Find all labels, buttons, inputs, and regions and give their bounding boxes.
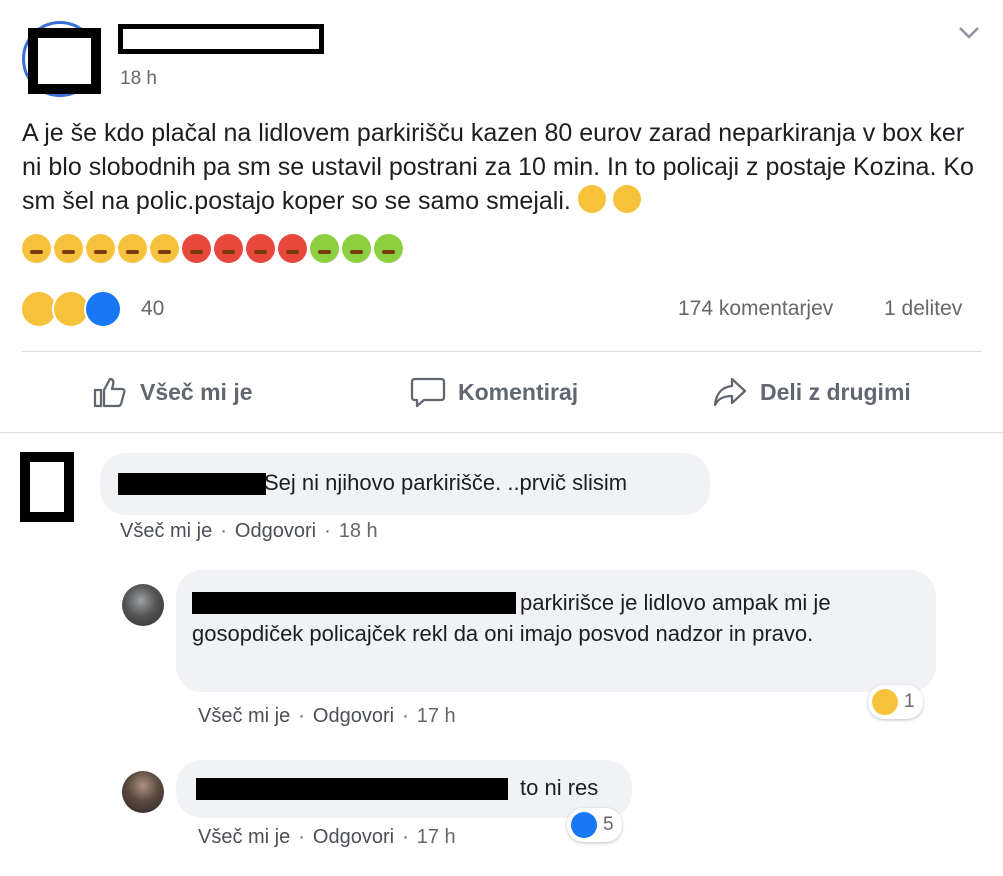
emoji-row	[22, 234, 403, 268]
comment-reply-link[interactable]: Odgovori	[235, 520, 316, 543]
divider	[22, 351, 982, 352]
wow-reaction-icon	[872, 689, 898, 715]
reply-like-link[interactable]: Všeč mi je	[198, 826, 290, 849]
emoji-steam-icon	[54, 234, 83, 263]
reply-like-link[interactable]: Všeč mi je	[198, 705, 290, 728]
post-text: A je še kdo plačal na lidlovem parkirišč…	[22, 116, 982, 218]
comment-text: Sej ni njihovo parkirišče. ..prvič slisi…	[264, 470, 628, 495]
reply-time[interactable]: 17 h	[417, 826, 456, 849]
emoji-angry-icon	[150, 234, 179, 263]
emoji-vomiting-icon	[374, 234, 403, 263]
separator: ·	[298, 705, 305, 727]
reply-reply-link[interactable]: Odgovori	[313, 705, 394, 728]
emoji-drooling-icon	[22, 234, 51, 263]
separator: ·	[402, 826, 409, 848]
comment-time[interactable]: 18 h	[339, 520, 378, 543]
separator: ·	[220, 520, 227, 542]
redacted-commenter-avatar	[20, 452, 74, 522]
emoji-vomiting-icon	[342, 234, 371, 263]
reaction-count[interactable]: 40	[141, 297, 164, 321]
reply-time[interactable]: 17 h	[417, 705, 456, 728]
reply-avatar[interactable]	[122, 771, 164, 813]
like-button[interactable]: Všeč mi je	[92, 372, 253, 412]
comments-count-link[interactable]: 174 komentarjev	[678, 297, 833, 321]
reaction-summary-icons[interactable]	[20, 290, 132, 330]
share-icon	[713, 377, 747, 407]
comment-meta: Všeč mi je · Odgovori · 18 h	[120, 520, 378, 543]
comment-button-label: Komentiraj	[458, 378, 579, 405]
redacted-author-name[interactable]	[118, 24, 324, 54]
share-button-label: Deli z drugimi	[760, 378, 911, 405]
like-reaction-icon	[84, 290, 122, 328]
reply-reaction-count: 5	[603, 814, 614, 835]
reply-reaction-pill[interactable]: 5	[567, 808, 622, 842]
reply-text: to ni res	[520, 775, 599, 800]
reply-reaction-pill[interactable]: 1	[868, 685, 923, 719]
reply-reply-link[interactable]: Odgovori	[313, 826, 394, 849]
like-icon	[93, 377, 126, 408]
reply-meta: Všeč mi je · Odgovori · 17 h	[198, 826, 456, 849]
reply-avatar[interactable]	[122, 584, 164, 626]
separator: ·	[402, 705, 409, 727]
emoji-cursing-icon	[246, 234, 275, 263]
reply-text: parkirišce je lidlovo ampak mi je gosopd…	[192, 590, 831, 646]
chevron-down-icon[interactable]	[958, 26, 980, 40]
post-body: A je še kdo plačal na lidlovem parkirišč…	[22, 119, 974, 215]
shares-count-link[interactable]: 1 delitev	[884, 297, 962, 321]
divider	[0, 432, 1003, 433]
like-reaction-icon	[571, 812, 597, 838]
comment-icon	[410, 377, 446, 408]
separator: ·	[298, 826, 305, 848]
emoji-steam-icon	[86, 234, 115, 263]
redacted-commenter-name	[118, 473, 266, 495]
emoji-cursing-icon	[182, 234, 211, 263]
comment-like-link[interactable]: Všeč mi je	[120, 520, 212, 543]
emoji-drooling-icon	[612, 185, 641, 213]
reply-reaction-count: 1	[904, 691, 915, 712]
comment-button[interactable]: Komentiraj	[410, 372, 578, 412]
emoji-angry-icon	[118, 234, 147, 263]
like-button-label: Všeč mi je	[140, 378, 253, 405]
emoji-cursing-icon	[214, 234, 243, 263]
emoji-vomiting-icon	[310, 234, 339, 263]
share-button[interactable]: Deli z drugimi	[712, 372, 911, 412]
emoji-cursing-icon	[278, 234, 307, 263]
emoji-drooling-icon	[577, 185, 606, 213]
redacted-commenter-name	[196, 778, 508, 800]
separator: ·	[324, 520, 331, 542]
redacted-author-avatar	[28, 28, 101, 94]
reply-meta: Všeč mi je · Odgovori · 17 h	[198, 705, 456, 728]
post-timestamp[interactable]: 18 h	[120, 68, 157, 90]
